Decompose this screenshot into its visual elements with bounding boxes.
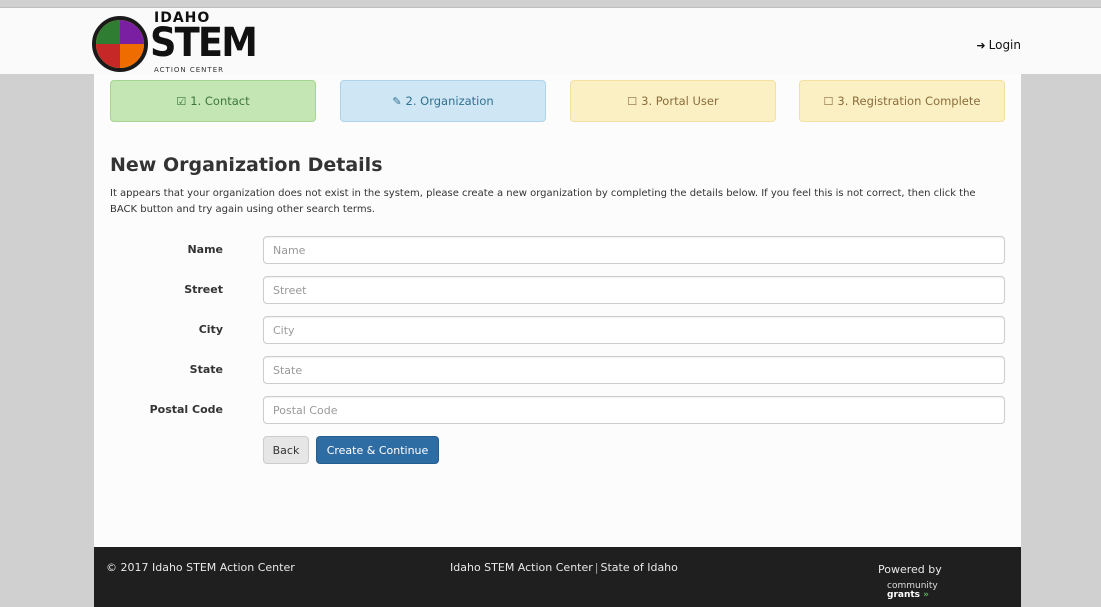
check-square-icon: ☑ xyxy=(176,94,187,108)
name-label: Name xyxy=(187,243,223,256)
street-label: Street xyxy=(184,283,223,296)
form-row-street: Street xyxy=(110,276,1005,304)
idaho-map-icon xyxy=(92,16,148,72)
community-grants-logo[interactable]: community grants » xyxy=(887,582,938,600)
form-row-postal-code: Postal Code xyxy=(110,396,1005,424)
street-input[interactable] xyxy=(263,276,1005,304)
footer-link-state[interactable]: State of Idaho xyxy=(601,561,678,574)
sign-in-icon: ➜ xyxy=(976,39,986,52)
state-input[interactable] xyxy=(263,356,1005,384)
site-logo[interactable]: IDAHO STEM ACTION CENTER xyxy=(92,10,258,74)
footer-powered-by: Powered by xyxy=(878,563,942,576)
logo-sub-text: ACTION CENTER xyxy=(154,66,224,74)
footer-links: Idaho STEM Action Center | State of Idaho xyxy=(450,561,678,574)
form-row-city: City xyxy=(110,316,1005,344)
footer-separator: | xyxy=(594,561,599,574)
step-contact[interactable]: ☑ 1. Contact xyxy=(110,80,316,122)
logo-main-text: STEM xyxy=(150,20,258,66)
step-portal-user[interactable]: ☐ 3. Portal User xyxy=(570,80,776,122)
city-label: City xyxy=(198,323,223,336)
login-link[interactable]: ➜ Login xyxy=(976,38,1021,52)
postal-code-label: Postal Code xyxy=(149,403,223,416)
edit-icon: ✎ xyxy=(392,94,402,108)
page-title: New Organization Details xyxy=(110,154,383,176)
name-input[interactable] xyxy=(263,236,1005,264)
step-label: 3. Portal User xyxy=(641,94,719,108)
footer-link-center[interactable]: Idaho STEM Action Center xyxy=(450,561,593,574)
progress-steps: ☑ 1. Contact ✎ 2. Organization ☐ 3. Port… xyxy=(110,80,1005,122)
create-continue-button[interactable]: Create & Continue xyxy=(316,436,439,464)
step-label: 1. Contact xyxy=(190,94,250,108)
footer-copyright: © 2017 Idaho STEM Action Center xyxy=(106,561,295,574)
step-registration-complete[interactable]: ☐ 3. Registration Complete xyxy=(799,80,1005,122)
brand-dots-icon: » xyxy=(923,590,929,600)
form-row-state: State xyxy=(110,356,1005,384)
brand-line-2: grants xyxy=(887,590,921,600)
login-label: Login xyxy=(988,38,1021,52)
state-label: State xyxy=(189,363,223,376)
step-label: 3. Registration Complete xyxy=(837,94,981,108)
step-label: 2. Organization xyxy=(405,94,494,108)
page-description: It appears that your organization does n… xyxy=(110,188,976,215)
postal-code-input[interactable] xyxy=(263,396,1005,424)
city-input[interactable] xyxy=(263,316,1005,344)
site-footer: © 2017 Idaho STEM Action Center Idaho ST… xyxy=(94,547,1021,607)
site-header: IDAHO STEM ACTION CENTER ➜ Login xyxy=(0,8,1101,74)
form-row-name: Name xyxy=(110,236,1005,264)
square-icon: ☐ xyxy=(823,94,834,108)
back-button[interactable]: Back xyxy=(263,436,309,464)
step-organization[interactable]: ✎ 2. Organization xyxy=(340,80,546,122)
main-content: ☑ 1. Contact ✎ 2. Organization ☐ 3. Port… xyxy=(94,74,1021,547)
square-icon: ☐ xyxy=(627,94,638,108)
